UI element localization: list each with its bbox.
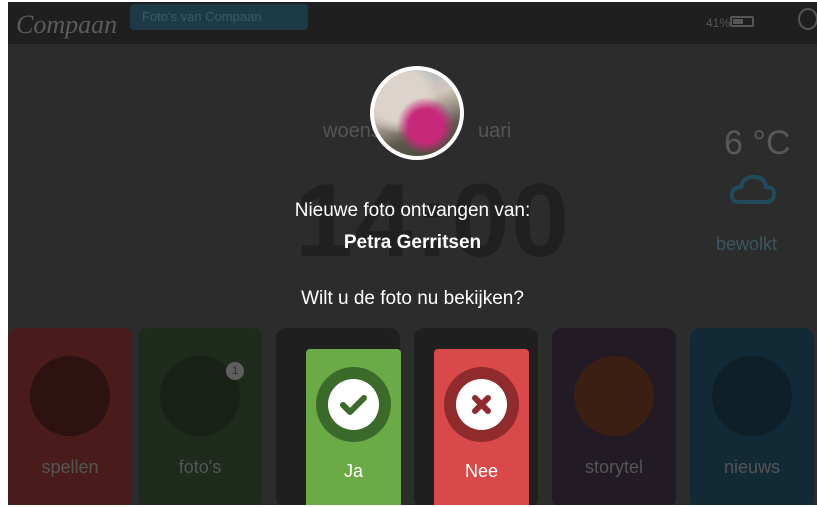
tablet-screen: Compaan Foto's van Compaan 41% woens uar… bbox=[8, 2, 817, 505]
app-logo: Compaan bbox=[16, 10, 118, 39]
check-icon bbox=[328, 379, 379, 430]
no-button-ring bbox=[444, 367, 519, 442]
tile-photos-label: foto's bbox=[178, 457, 222, 477]
photo-count-badge: 1 bbox=[226, 362, 244, 380]
tile-news: nieuws bbox=[690, 328, 814, 505]
yes-button-ring bbox=[316, 367, 391, 442]
weather-temperature: 6 °C bbox=[724, 124, 791, 162]
status-bar: Compaan Foto's van Compaan 41% bbox=[8, 2, 817, 44]
puzzle-icon bbox=[30, 356, 110, 436]
tile-photos: 1 foto's bbox=[138, 328, 262, 505]
no-button-label: Nee bbox=[464, 461, 499, 481]
dialog-sender-name: Petra Gerritsen bbox=[343, 232, 482, 253]
tile-storytel-label: storytel bbox=[584, 457, 644, 477]
tile-games-label: spellen bbox=[41, 457, 99, 477]
tile-news-label: nieuws bbox=[723, 457, 781, 477]
menu-icon bbox=[798, 8, 817, 30]
date-text-end: uari bbox=[478, 120, 512, 142]
battery-percentage: 41% bbox=[706, 16, 731, 30]
dialog-question: Wilt u de foto nu bekijken? bbox=[301, 288, 524, 309]
tile-games: spellen bbox=[8, 328, 132, 505]
sender-photo-thumbnail bbox=[370, 66, 464, 160]
battery-icon bbox=[730, 16, 754, 27]
speech-bubble-icon bbox=[574, 356, 654, 436]
yes-button[interactable]: Ja bbox=[306, 349, 401, 505]
yes-button-label: Ja bbox=[343, 461, 363, 481]
no-button[interactable]: Nee bbox=[434, 349, 529, 505]
tile-storytel: storytel bbox=[552, 328, 676, 505]
newspaper-icon bbox=[712, 356, 792, 436]
close-icon bbox=[456, 379, 507, 430]
dialog-message: Nieuwe foto ontvangen van: bbox=[294, 200, 531, 221]
photo-notification-pill: Foto's van Compaan bbox=[130, 4, 308, 30]
